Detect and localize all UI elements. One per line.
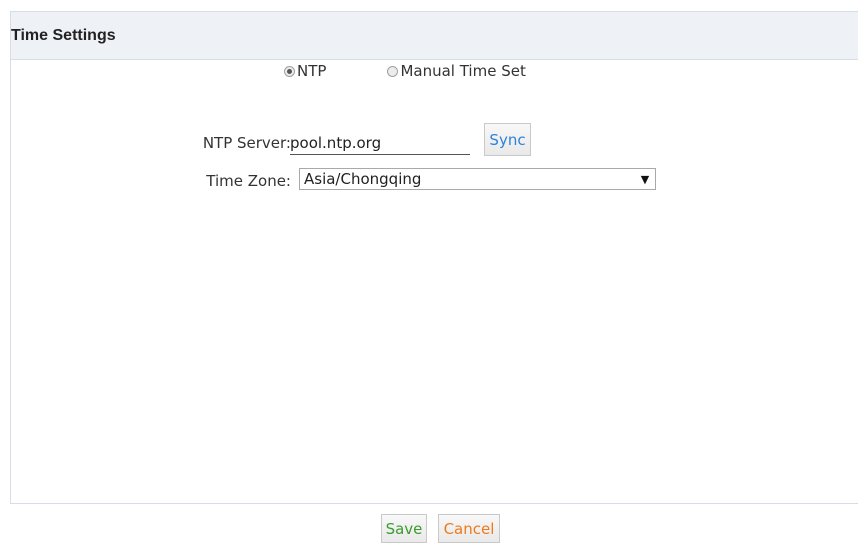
dropdown-arrow-icon[interactable]: ▼ xyxy=(635,173,655,186)
time-mode-radio-group: NTP Manual Time Set xyxy=(284,60,526,82)
time-zone-label: Time Zone: xyxy=(206,172,291,190)
manual-time-radio-circle[interactable] xyxy=(387,65,399,77)
ntp-radio-circle[interactable] xyxy=(284,65,295,77)
manual-time-radio-label: Manual Time Set xyxy=(400,62,526,80)
sync-button[interactable]: Sync xyxy=(484,123,531,156)
ntp-server-label: NTP Server: xyxy=(202,134,291,152)
manual-time-radio[interactable]: Manual Time Set xyxy=(387,62,526,80)
time-zone-value: Asia/Chongqing xyxy=(304,170,422,188)
ntp-radio-label: NTP xyxy=(297,62,327,80)
time-settings-panel: Time Settings xyxy=(10,11,858,504)
panel-header: Time Settings xyxy=(11,12,858,60)
ntp-server-input[interactable] xyxy=(290,131,470,155)
time-zone-select[interactable]: Asia/Chongqing ▼ xyxy=(299,168,656,190)
save-button[interactable]: Save xyxy=(381,514,427,543)
panel-title: Time Settings xyxy=(11,26,116,44)
ntp-radio[interactable]: NTP xyxy=(284,62,326,80)
cancel-button[interactable]: Cancel xyxy=(438,514,500,543)
